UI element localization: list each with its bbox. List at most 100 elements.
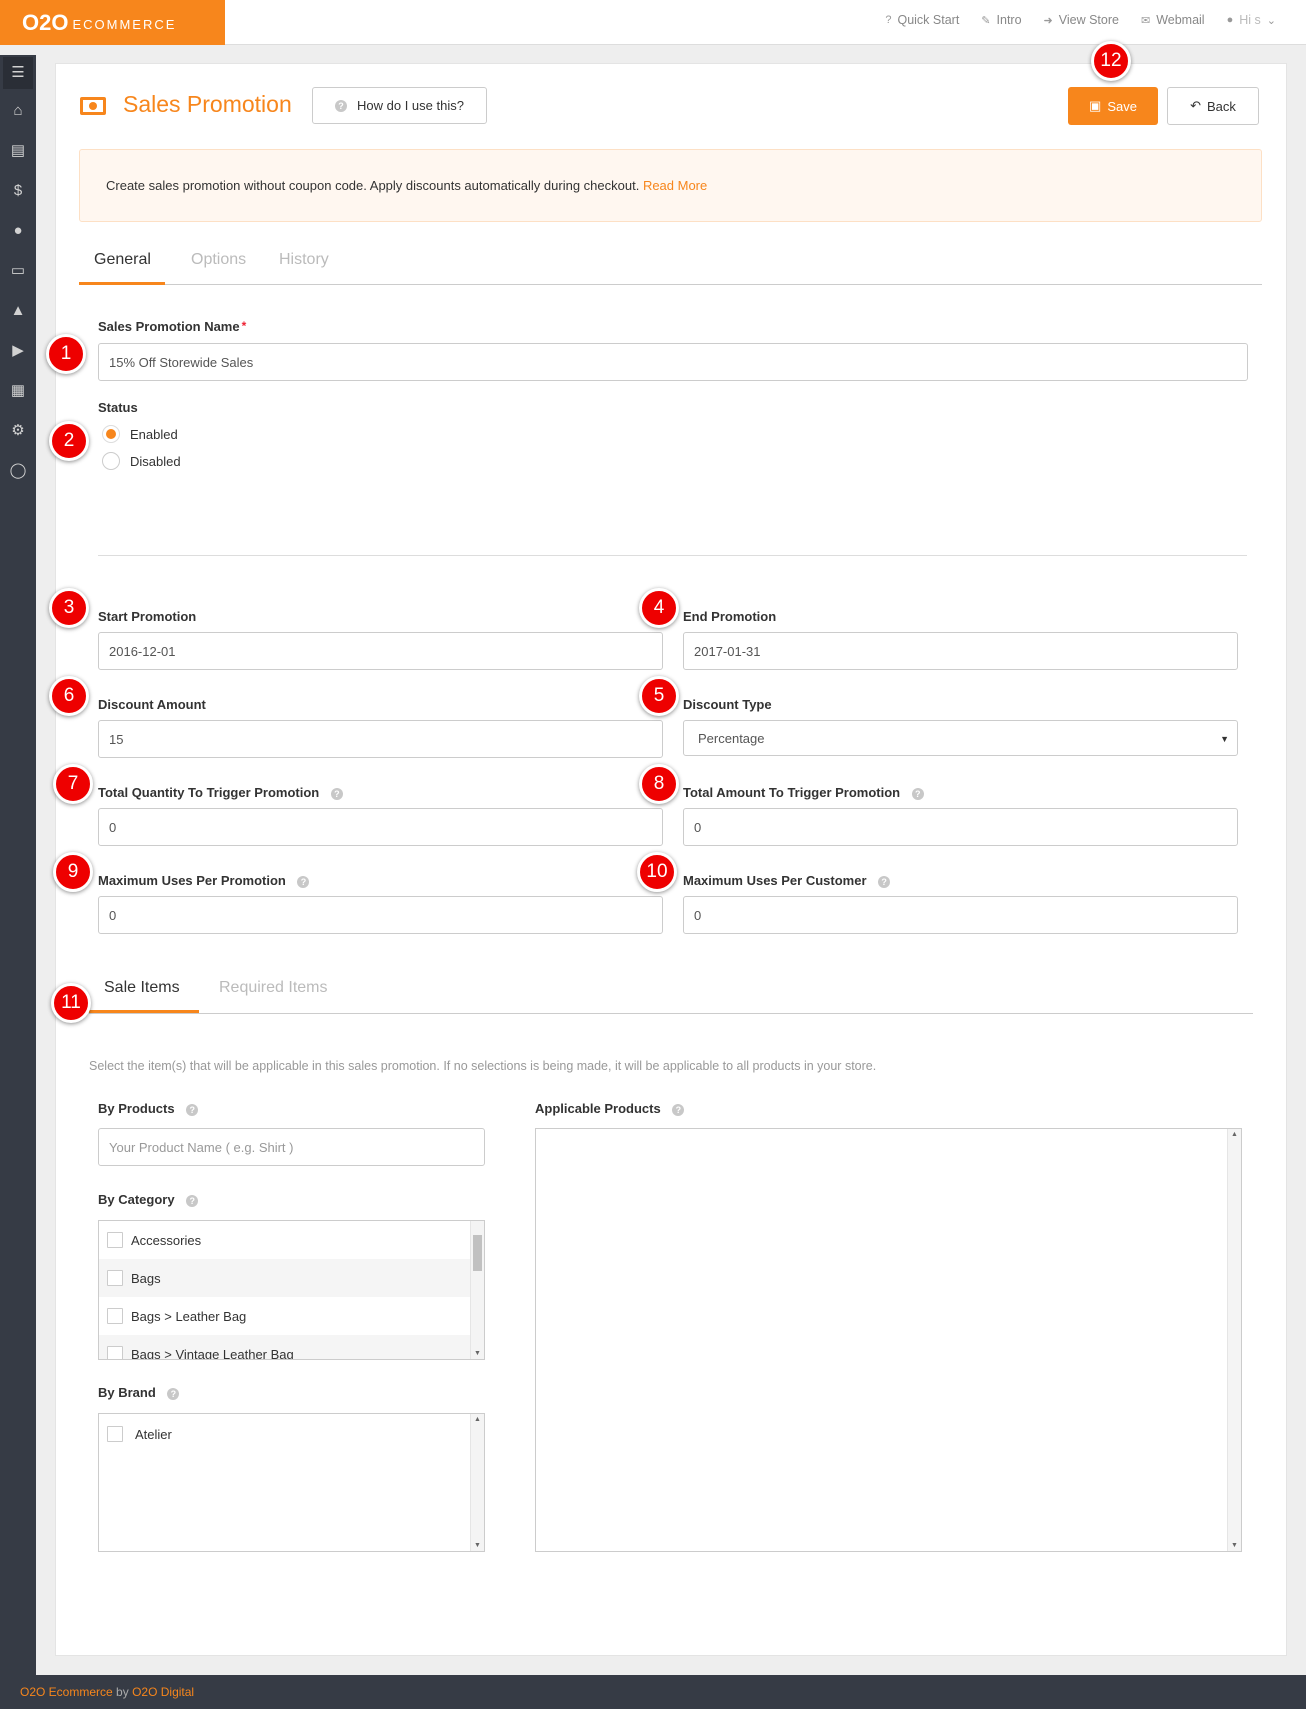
tab-options[interactable]: Options [191, 241, 246, 285]
discount-amount-input[interactable]: 15 [98, 720, 663, 758]
status-label: Status [98, 400, 138, 415]
scroll-thumb[interactable] [473, 1235, 482, 1271]
end-promotion-input[interactable]: 2017-01-31 [683, 632, 1238, 670]
category-list[interactable]: Accessories Bags Bags > Leather Bag Bags… [98, 1220, 485, 1360]
section-divider [98, 555, 1247, 556]
status-enabled-option[interactable]: Enabled [102, 425, 178, 443]
sidebar: ☰ ⌂ ▤ $ ● ▭ ▲ ▶ ▦ ⚙ ◯ [0, 55, 36, 1675]
promo-name-label: Sales Promotion Name * [98, 319, 247, 334]
scroll-up-icon[interactable]: ▲ [474, 1416, 481, 1423]
scrollbar[interactable]: ▲ ▼ [1227, 1129, 1241, 1551]
brand-checkbox[interactable] [107, 1426, 123, 1442]
webmail-link[interactable]: ✉ Webmail [1141, 13, 1205, 27]
radio-disabled[interactable] [102, 452, 120, 470]
total-qty-input[interactable]: 0 [98, 808, 663, 846]
save-button[interactable]: ▣ Save [1068, 87, 1158, 125]
book-icon[interactable]: ▭ [0, 251, 36, 291]
sale-items-help: Select the item(s) that will be applicab… [89, 1059, 877, 1073]
sign-in-icon: ➜ [1043, 14, 1053, 27]
scroll-down-icon[interactable]: ▼ [474, 1350, 481, 1357]
step-badge: 11 [51, 983, 91, 1023]
logo-main: O2O [22, 9, 69, 35]
chat-icon[interactable]: ◯ [0, 451, 36, 491]
chevron-down-icon: ⌄ [1266, 14, 1276, 27]
tab-required-items[interactable]: Required Items [219, 969, 328, 1013]
home-icon[interactable]: ⌂ [0, 91, 36, 131]
max-uses-customer-input[interactable]: 0 [683, 896, 1238, 934]
menu-icon[interactable]: ☰ [3, 57, 33, 89]
read-more-link[interactable]: Read More [643, 178, 707, 193]
step-badge: 10 [637, 852, 677, 892]
question-circle-icon: ? [335, 99, 348, 112]
footer-brand-link[interactable]: O2O Ecommerce [20, 1685, 113, 1699]
footer-company-link[interactable]: O2O Digital [132, 1685, 194, 1699]
scrollbar[interactable]: ▲ ▼ [470, 1414, 484, 1551]
scroll-down-icon[interactable]: ▼ [1231, 1542, 1238, 1549]
scroll-up-icon[interactable]: ▲ [1231, 1131, 1238, 1138]
category-checkbox[interactable] [107, 1346, 123, 1359]
step-badge: 4 [639, 588, 679, 628]
dollar-icon[interactable]: $ [0, 171, 36, 211]
applicable-products-list[interactable]: ▲ ▼ [535, 1128, 1242, 1552]
help-icon[interactable]: ? [911, 788, 924, 800]
scroll-down-icon[interactable]: ▼ [474, 1542, 481, 1549]
discount-type-select[interactable]: Percentage ▼ [683, 720, 1238, 756]
user-menu[interactable]: ● Hi s ⌄ [1227, 13, 1276, 27]
max-uses-promotion-input[interactable]: 0 [98, 896, 663, 934]
brand-list[interactable]: Atelier ▲ ▼ [98, 1413, 485, 1552]
intro-label: Intro [996, 13, 1022, 27]
radio-enabled[interactable] [102, 425, 120, 443]
brand-label: Atelier [135, 1426, 172, 1442]
how-to-button[interactable]: ? How do I use this? [312, 87, 487, 124]
chart-icon[interactable]: ▦ [0, 371, 36, 411]
help-icon[interactable]: ? [672, 1104, 685, 1116]
category-label: Bags > Leather Bag [131, 1308, 247, 1324]
top-bar: O2O ECOMMERCE ? Quick Start ✎ Intro ➜ Vi… [0, 0, 1306, 45]
promo-name-input[interactable]: 15% Off Storewide Sales [98, 343, 1248, 381]
scrollbar[interactable]: ▼ [470, 1221, 484, 1359]
megaphone-icon[interactable]: ▶ [0, 331, 36, 371]
quick-start-link[interactable]: ? Quick Start [885, 13, 959, 27]
footer-by: by [116, 1685, 129, 1699]
view-store-label: View Store [1058, 13, 1119, 27]
help-icon[interactable]: ? [167, 1388, 180, 1400]
start-promotion-input[interactable]: 2016-12-01 [98, 632, 663, 670]
tab-history[interactable]: History [279, 241, 329, 285]
discount-type-label: Discount Type [683, 697, 772, 712]
logo[interactable]: O2O ECOMMERCE [0, 0, 225, 45]
required-marker: * [241, 319, 247, 333]
logo-sub: ECOMMERCE [72, 16, 177, 32]
intro-link[interactable]: ✎ Intro [981, 13, 1021, 27]
list-item[interactable]: Accessories [99, 1221, 470, 1259]
total-qty-label: Total Quantity To Trigger Promotion ? [98, 785, 343, 800]
help-icon[interactable]: ? [878, 876, 891, 888]
help-icon[interactable]: ? [186, 1104, 199, 1116]
start-promotion-label: Start Promotion [98, 609, 197, 624]
total-amount-input[interactable]: 0 [683, 808, 1238, 846]
footer: O2O Ecommerce by O2O Digital [0, 1675, 1306, 1709]
help-icon[interactable]: ? [186, 1195, 199, 1207]
user-icon[interactable]: ● [0, 211, 36, 251]
discount-type-value: Percentage [698, 730, 765, 746]
cart-icon[interactable]: ▤ [0, 131, 36, 171]
product-search-input[interactable]: Your Product Name ( e.g. Shirt ) [98, 1128, 485, 1166]
category-checkbox[interactable] [107, 1308, 123, 1324]
tab-general[interactable]: General [79, 241, 165, 285]
step-badge: 7 [53, 764, 93, 804]
list-item[interactable]: Bags > Vintage Leather Bag [99, 1335, 470, 1359]
category-checkbox[interactable] [107, 1232, 123, 1248]
list-item[interactable]: Atelier [99, 1414, 470, 1452]
view-store-link[interactable]: ➜ View Store [1044, 13, 1119, 27]
status-disabled-option[interactable]: Disabled [102, 452, 181, 470]
total-amount-label: Total Amount To Trigger Promotion ? [683, 785, 924, 800]
end-promotion-label: End Promotion [683, 609, 777, 624]
list-item[interactable]: Bags > Leather Bag [99, 1297, 470, 1335]
tab-sale-items[interactable]: Sale Items [89, 969, 199, 1013]
help-icon[interactable]: ? [330, 788, 343, 800]
list-item[interactable]: Bags [99, 1259, 470, 1297]
category-checkbox[interactable] [107, 1270, 123, 1286]
help-icon[interactable]: ? [297, 876, 310, 888]
gears-icon[interactable]: ⚙ [0, 411, 36, 451]
thumbs-up-icon[interactable]: ▲ [0, 291, 36, 331]
back-button[interactable]: ↶ Back [1167, 87, 1259, 125]
